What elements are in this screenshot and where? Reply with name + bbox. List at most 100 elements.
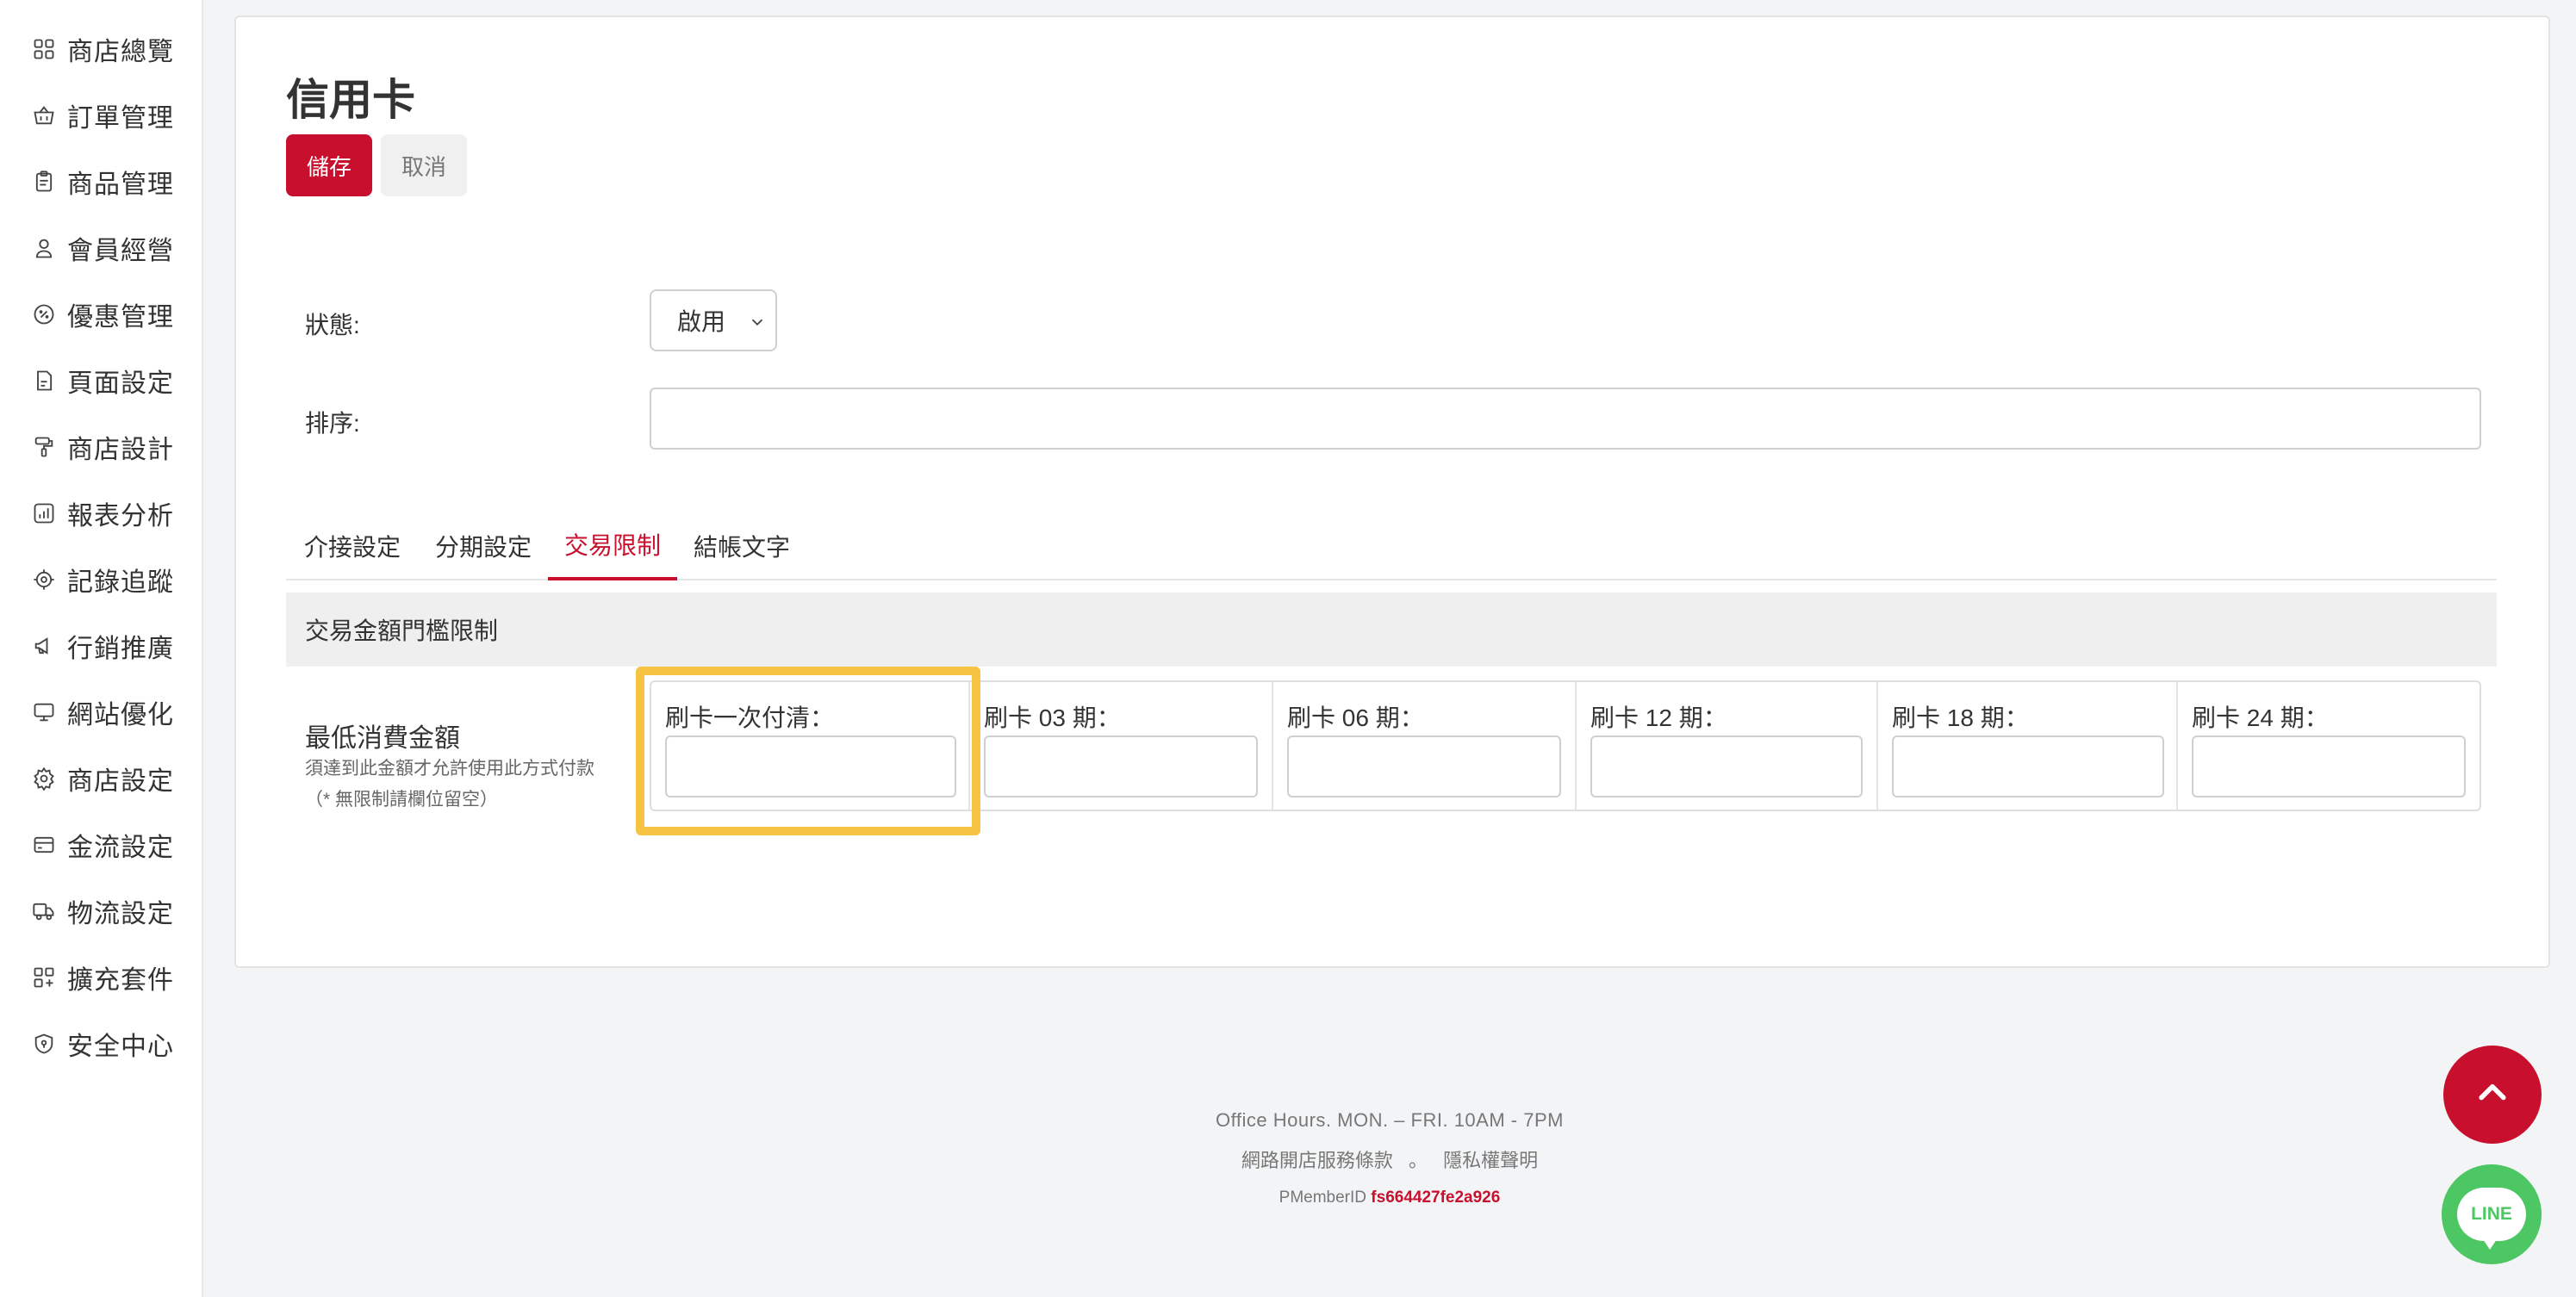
- basket-icon: [31, 102, 57, 128]
- installment-column: 刷卡 03 期：: [970, 682, 1273, 810]
- status-select[interactable]: 啟用: [650, 289, 777, 351]
- status-label: 狀態:: [305, 312, 360, 338]
- footer-links: 網路開店服務條款 。 隱私權聲明: [203, 1145, 2576, 1173]
- sidebar-item-label: 頁面設定: [67, 369, 174, 398]
- sidebar-item-payment-settings[interactable]: 金流設定: [31, 819, 195, 871]
- paint-roller-icon: [31, 434, 57, 460]
- member-id-label: PMemberID: [1279, 1188, 1367, 1207]
- sidebar-item-label: 商店設計: [67, 436, 174, 464]
- sidebar-item-label: 擴充套件: [67, 966, 174, 995]
- sidebar-item-label: 商店設定: [67, 767, 174, 796]
- sidebar-item-label: 記錄追蹤: [67, 568, 174, 597]
- status-select-value: 啟用: [677, 308, 726, 335]
- installment-label: 刷卡 06 期：: [1287, 704, 1424, 731]
- page-icon: [31, 368, 57, 394]
- tab-checkout-text[interactable]: 結帳文字: [677, 512, 806, 580]
- installment-column: 刷卡 06 期：: [1273, 682, 1577, 810]
- sidebar-item-label: 安全中心: [67, 1033, 174, 1061]
- sidebar-item-label: 會員經營: [67, 237, 174, 265]
- cancel-button[interactable]: 取消: [381, 134, 467, 196]
- sidebar-item-label: 報表分析: [67, 502, 174, 531]
- sidebar-item-security[interactable]: 安全中心: [31, 1018, 195, 1070]
- installment-24-min-input[interactable]: [2192, 735, 2466, 797]
- sidebar-item-members[interactable]: 會員經營: [31, 222, 195, 274]
- truck-icon: [31, 898, 57, 924]
- megaphone-icon: [31, 633, 57, 659]
- clipboard-icon: [31, 169, 57, 195]
- settings-tabs: 介接設定 分期設定 交易限制 結帳文字: [286, 512, 2497, 580]
- sidebar-item-marketing[interactable]: 行銷推廣: [31, 620, 195, 672]
- apps-plus-icon: [31, 965, 57, 990]
- save-button[interactable]: 儲存: [286, 134, 372, 196]
- sidebar-item-label: 物流設定: [67, 900, 174, 928]
- sidebar-item-store-overview[interactable]: 商店總覽: [31, 23, 195, 75]
- line-chat-button[interactable]: LINE: [2442, 1164, 2542, 1264]
- sidebar-item-reports[interactable]: 報表分析: [31, 487, 195, 539]
- sidebar-item-label: 行銷推廣: [67, 635, 174, 663]
- sidebar-item-label: 網站優化: [67, 701, 174, 729]
- min-amount-note: 須達到此金額才允許使用此方式付款: [305, 759, 594, 779]
- installment-label: 刷卡 24 期：: [2192, 704, 2329, 731]
- tab-integration[interactable]: 介接設定: [286, 512, 419, 580]
- grid-icon: [31, 36, 57, 62]
- sidebar-item-label: 金流設定: [67, 834, 174, 862]
- sidebar-item-label: 優惠管理: [67, 303, 174, 332]
- sidebar-item-extensions[interactable]: 擴充套件: [31, 952, 195, 1003]
- chevron-down-icon: [748, 310, 767, 329]
- line-label: LINE: [2471, 1204, 2512, 1224]
- member-id: PMemberID fs664427fe2a926: [203, 1188, 2576, 1207]
- tab-transaction-limit[interactable]: 交易限制: [548, 512, 677, 580]
- sidebar: 商店總覽 訂單管理 商品管理 會員經營 優惠管理 頁面設定 商店設計 報表分析 …: [0, 0, 203, 1297]
- sidebar-item-label: 訂單管理: [67, 104, 174, 133]
- min-amount-note-empty-hint: （* 無限制請欄位留空）: [305, 790, 499, 810]
- tab-installment[interactable]: 分期設定: [419, 512, 548, 580]
- sidebar-item-products[interactable]: 商品管理: [31, 156, 195, 208]
- sidebar-item-tracking[interactable]: 記錄追蹤: [31, 554, 195, 605]
- installment-12-min-input[interactable]: [1590, 735, 1863, 797]
- sidebar-item-orders[interactable]: 訂單管理: [31, 90, 195, 141]
- target-icon: [31, 567, 57, 593]
- privacy-link[interactable]: 隱私權聲明: [1443, 1150, 1538, 1171]
- section-title: 交易金額門檻限制: [286, 593, 2497, 667]
- page-title: 信用卡: [286, 76, 415, 124]
- installment-label: 刷卡 18 期：: [1892, 704, 2029, 731]
- terms-link[interactable]: 網路開店服務條款: [1241, 1150, 1393, 1171]
- sidebar-item-promotions[interactable]: 優惠管理: [31, 289, 195, 340]
- member-id-value: fs664427fe2a926: [1371, 1188, 1501, 1207]
- installment-column: 刷卡 18 期：: [1878, 682, 2178, 810]
- shield-icon: [31, 1031, 57, 1057]
- sort-label: 排序:: [305, 410, 360, 437]
- installment-label: 刷卡 03 期：: [984, 704, 1121, 731]
- gear-icon: [31, 766, 57, 791]
- credit-card-icon: [31, 832, 57, 858]
- sort-input[interactable]: [650, 388, 2481, 450]
- office-hours: Office Hours. MON. – FRI. 10AM - 7PM: [1216, 1109, 1564, 1131]
- user-icon: [31, 235, 57, 261]
- sidebar-item-store-settings[interactable]: 商店設定: [31, 753, 195, 804]
- installment-label: 刷卡一次付清：: [665, 704, 835, 731]
- discount-badge-icon: [31, 301, 57, 327]
- chevron-up-icon: [2473, 1074, 2511, 1116]
- footer-separator: 。: [1408, 1150, 1428, 1171]
- sidebar-item-seo[interactable]: 網站優化: [31, 686, 195, 738]
- installment-minimums: 刷卡一次付清： 刷卡 03 期： 刷卡 06 期： 刷卡 12 期： 刷卡 18…: [650, 680, 2481, 811]
- installment-18-min-input[interactable]: [1892, 735, 2164, 797]
- sidebar-item-label: 商店總覽: [67, 38, 174, 66]
- monitor-icon: [31, 699, 57, 725]
- scroll-to-top-button[interactable]: [2443, 1046, 2542, 1144]
- installment-03-min-input[interactable]: [984, 735, 1258, 797]
- installment-column: 刷卡 12 期：: [1577, 682, 1878, 810]
- line-icon: LINE: [2457, 1188, 2526, 1250]
- full-payment-min-input[interactable]: [665, 735, 956, 797]
- min-amount-label: 最低消費金額: [305, 724, 460, 753]
- sidebar-item-logistics-settings[interactable]: 物流設定: [31, 885, 195, 937]
- installment-label: 刷卡 12 期：: [1590, 704, 1727, 731]
- chart-icon: [31, 500, 57, 526]
- settings-card: 信用卡 儲存 取消 狀態: 啟用 排序: 介接設定 分期設定 交易限制 結帳文字…: [234, 16, 2550, 968]
- installment-column: 刷卡 24 期：: [2178, 682, 2480, 810]
- sidebar-item-page-settings[interactable]: 頁面設定: [31, 355, 195, 406]
- installment-06-min-input[interactable]: [1287, 735, 1561, 797]
- sidebar-item-label: 商品管理: [67, 171, 174, 199]
- sidebar-item-store-design[interactable]: 商店設計: [31, 421, 195, 473]
- installment-column: 刷卡一次付清：: [651, 682, 970, 810]
